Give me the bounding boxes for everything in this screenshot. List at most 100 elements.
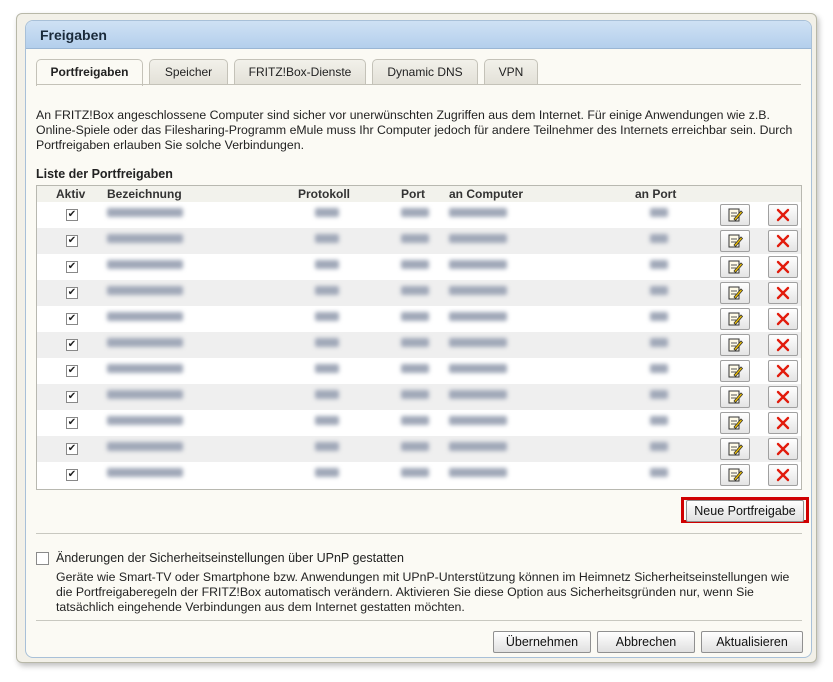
delete-x-icon bbox=[775, 285, 791, 304]
obscured-cell bbox=[315, 286, 339, 295]
obscured-cell bbox=[107, 468, 183, 477]
header-bezeichnung: Bezeichnung bbox=[107, 187, 182, 201]
table-row: ✔ bbox=[37, 228, 801, 254]
tab-speicher[interactable]: Speicher bbox=[149, 59, 228, 84]
active-checkbox[interactable]: ✔ bbox=[66, 235, 78, 247]
edit-button[interactable] bbox=[720, 256, 750, 278]
obscured-cell bbox=[650, 234, 668, 243]
new-portfreigabe-button[interactable]: Neue Portfreigabe bbox=[686, 500, 804, 522]
edit-button[interactable] bbox=[720, 334, 750, 356]
tab-fritzbox-dienste[interactable]: FRITZ!Box-Dienste bbox=[234, 59, 366, 84]
delete-button[interactable] bbox=[768, 386, 798, 408]
upnp-checkbox[interactable] bbox=[36, 552, 49, 565]
delete-button[interactable] bbox=[768, 412, 798, 434]
edit-button[interactable] bbox=[720, 386, 750, 408]
active-checkbox[interactable]: ✔ bbox=[66, 443, 78, 455]
obscured-cell bbox=[650, 468, 668, 477]
obscured-cell bbox=[107, 364, 183, 373]
edit-button[interactable] bbox=[720, 412, 750, 434]
tab-portfreigaben[interactable]: Portfreigaben bbox=[36, 59, 143, 86]
obscured-cell bbox=[449, 234, 507, 243]
tab-dynamic-dns[interactable]: Dynamic DNS bbox=[372, 59, 478, 84]
obscured-cell bbox=[650, 390, 668, 399]
edit-note-icon bbox=[727, 233, 744, 252]
obscured-cell bbox=[449, 312, 507, 321]
edit-button[interactable] bbox=[720, 360, 750, 382]
delete-x-icon bbox=[775, 337, 791, 356]
new-button-highlight: Neue Portfreigabe bbox=[681, 497, 809, 523]
delete-x-icon bbox=[775, 311, 791, 330]
edit-button[interactable] bbox=[720, 282, 750, 304]
table-row: ✔ bbox=[37, 254, 801, 280]
delete-button[interactable] bbox=[768, 230, 798, 252]
delete-button[interactable] bbox=[768, 334, 798, 356]
edit-button[interactable] bbox=[720, 230, 750, 252]
obscured-cell bbox=[449, 260, 507, 269]
active-checkbox[interactable]: ✔ bbox=[66, 391, 78, 403]
edit-note-icon bbox=[727, 441, 744, 460]
active-checkbox[interactable]: ✔ bbox=[66, 469, 78, 481]
obscured-cell bbox=[449, 468, 507, 477]
table-row: ✔ bbox=[37, 332, 801, 358]
obscured-cell bbox=[315, 312, 339, 321]
obscured-cell bbox=[449, 442, 507, 451]
obscured-cell bbox=[401, 312, 429, 321]
panel-title: Freigaben bbox=[26, 21, 811, 49]
obscured-cell bbox=[650, 364, 668, 373]
edit-note-icon bbox=[727, 415, 744, 434]
edit-button[interactable] bbox=[720, 308, 750, 330]
edit-note-icon bbox=[727, 389, 744, 408]
active-checkbox[interactable]: ✔ bbox=[66, 417, 78, 429]
delete-button[interactable] bbox=[768, 308, 798, 330]
delete-x-icon bbox=[775, 467, 791, 486]
obscured-cell bbox=[401, 390, 429, 399]
delete-x-icon bbox=[775, 389, 791, 408]
freigaben-panel: Freigaben Portfreigaben Speicher FRITZ!B… bbox=[25, 20, 812, 658]
obscured-cell bbox=[315, 390, 339, 399]
active-checkbox[interactable]: ✔ bbox=[66, 339, 78, 351]
table-body: ✔ ✔ ✔ ✔ ✔ ✔ ✔ ✔ ✔ ✔ ✔ bbox=[37, 202, 801, 488]
active-checkbox[interactable]: ✔ bbox=[66, 287, 78, 299]
refresh-button[interactable]: Aktualisieren bbox=[701, 631, 803, 653]
obscured-cell bbox=[449, 364, 507, 373]
delete-x-icon bbox=[775, 441, 791, 460]
delete-button[interactable] bbox=[768, 282, 798, 304]
delete-button[interactable] bbox=[768, 256, 798, 278]
edit-note-icon bbox=[727, 467, 744, 486]
obscured-cell bbox=[650, 338, 668, 347]
delete-x-icon bbox=[775, 363, 791, 382]
active-checkbox[interactable]: ✔ bbox=[66, 313, 78, 325]
edit-button[interactable] bbox=[720, 438, 750, 460]
apply-button[interactable]: Übernehmen bbox=[493, 631, 591, 653]
divider-bottom bbox=[36, 620, 802, 621]
obscured-cell bbox=[401, 442, 429, 451]
list-title: Liste der Portfreigaben bbox=[36, 167, 173, 181]
tab-vpn[interactable]: VPN bbox=[484, 59, 538, 84]
table-row: ✔ bbox=[37, 358, 801, 384]
upnp-label: Änderungen der Sicherheitseinstellungen … bbox=[56, 551, 404, 565]
obscured-cell bbox=[650, 260, 668, 269]
portfreigaben-table: Aktiv Bezeichnung Protokoll Port an Comp… bbox=[36, 185, 802, 490]
table-row: ✔ bbox=[37, 410, 801, 436]
tab-divider bbox=[36, 84, 801, 85]
obscured-cell bbox=[315, 468, 339, 477]
obscured-cell bbox=[401, 364, 429, 373]
edit-button[interactable] bbox=[720, 464, 750, 486]
header-an-port: an Port bbox=[635, 187, 677, 201]
cancel-button[interactable]: Abbrechen bbox=[597, 631, 695, 653]
delete-button[interactable] bbox=[768, 438, 798, 460]
active-checkbox[interactable]: ✔ bbox=[66, 261, 78, 273]
obscured-cell bbox=[107, 260, 183, 269]
obscured-cell bbox=[449, 390, 507, 399]
upnp-description: Geräte wie Smart-TV oder Smartphone bzw.… bbox=[56, 570, 790, 614]
delete-button[interactable] bbox=[768, 464, 798, 486]
window-frame: Freigaben Portfreigaben Speicher FRITZ!B… bbox=[16, 13, 817, 663]
active-checkbox[interactable]: ✔ bbox=[66, 365, 78, 377]
obscured-cell bbox=[449, 338, 507, 347]
edit-button[interactable] bbox=[720, 204, 750, 226]
table-row: ✔ bbox=[37, 280, 801, 306]
delete-button[interactable] bbox=[768, 360, 798, 382]
active-checkbox[interactable]: ✔ bbox=[66, 209, 78, 221]
obscured-cell bbox=[401, 286, 429, 295]
delete-button[interactable] bbox=[768, 204, 798, 226]
